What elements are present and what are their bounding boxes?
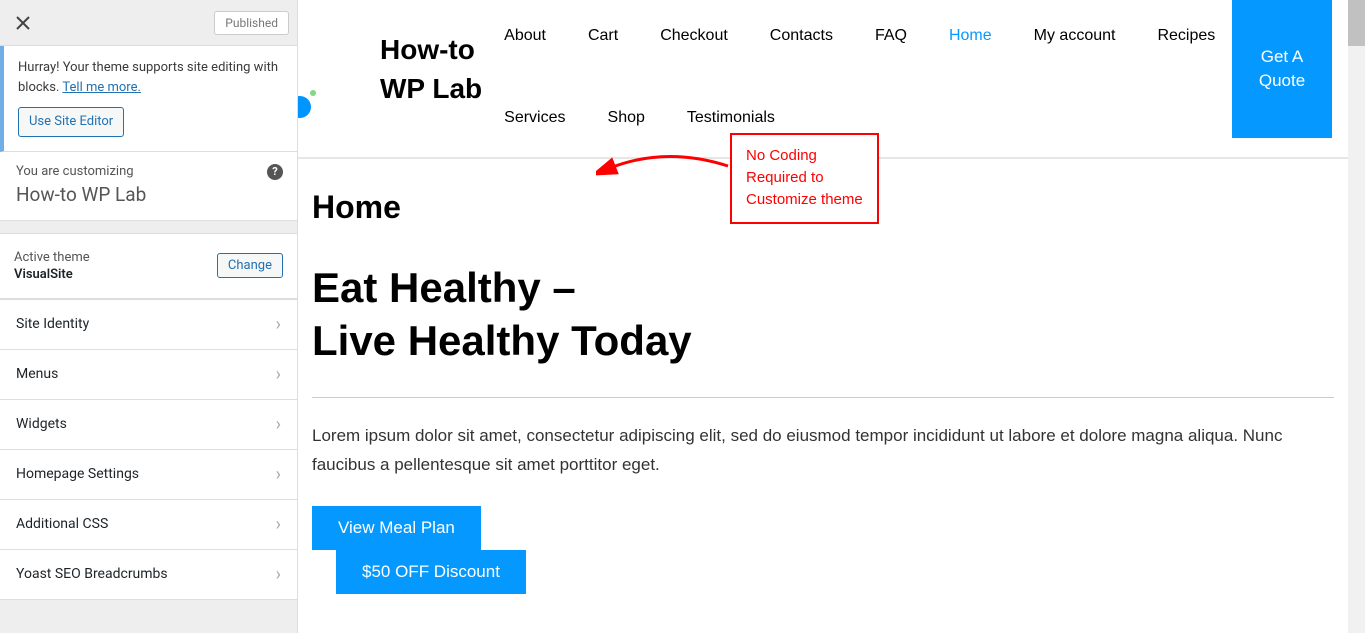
site-editor-notice: Hurray! Your theme supports site editing… [0, 46, 297, 152]
active-theme-name: VisualSite [14, 267, 90, 282]
close-customizer-button[interactable] [0, 0, 46, 46]
customizer-section-item[interactable]: Site Identity › [0, 299, 297, 349]
customizer-section-item[interactable]: Menus › [0, 349, 297, 399]
chevron-right-icon: › [276, 414, 281, 435]
hero-line2: Live Healthy Today [312, 317, 692, 364]
chevron-right-icon: › [276, 364, 281, 385]
site-logo-icon [298, 52, 332, 86]
view-meal-plan-button[interactable]: View Meal Plan [312, 506, 481, 550]
site-header: How-to WP Lab About Cart Checkout Contacts F… [298, 0, 1348, 139]
nav-link[interactable]: Services [504, 98, 565, 138]
use-site-editor-button[interactable]: Use Site Editor [18, 107, 124, 137]
hero-title: Eat Healthy – Live Healthy Today [312, 262, 1334, 367]
annotation-line: Required to [746, 167, 863, 189]
nav-link[interactable]: Recipes [1157, 16, 1215, 56]
discount-button[interactable]: $50 OFF Discount [336, 550, 526, 594]
context-title: How-to WP Lab [16, 183, 281, 206]
annotation-line: Customize theme [746, 189, 863, 211]
scrollbar-track[interactable] [1348, 0, 1365, 633]
chevron-right-icon: › [276, 464, 281, 485]
customizer-sidebar: Published Hurray! Your theme supports si… [0, 0, 298, 633]
lead-paragraph: Lorem ipsum dolor sit amet, consectetur … [312, 422, 1334, 480]
customizer-section-item[interactable]: Additional CSS › [0, 499, 297, 549]
nav-link[interactable]: Testimonials [687, 98, 775, 138]
customizer-section-item[interactable]: Homepage Settings › [0, 449, 297, 499]
close-icon [16, 16, 30, 30]
section-label: Additional CSS [16, 516, 108, 532]
content-divider [312, 397, 1334, 398]
section-label: Yoast SEO Breadcrumbs [16, 566, 168, 582]
primary-nav: About Cart Checkout Contacts FAQ Home My accou… [488, 6, 1232, 138]
notice-text: Hurray! Your theme supports site editing… [18, 60, 278, 95]
section-label: Homepage Settings [16, 466, 139, 482]
customizer-section-item[interactable]: Yoast SEO Breadcrumbs › [0, 549, 297, 600]
site-title: How-to WP Lab [342, 30, 482, 108]
customizer-sections: Site Identity›Menus›Widgets›Homepage Set… [0, 299, 297, 600]
section-label: Site Identity [16, 316, 89, 332]
context-label: You are customizing [16, 164, 281, 179]
get-quote-button[interactable]: Get A Quote [1232, 0, 1332, 138]
tell-me-more-link[interactable]: Tell me more. [62, 80, 141, 95]
chevron-right-icon: › [276, 514, 281, 535]
nav-link[interactable]: Home [949, 16, 992, 56]
nav-link[interactable]: About [504, 16, 546, 56]
nav-link[interactable]: Cart [588, 16, 618, 56]
customizer-context: ? You are customizing How-to WP Lab [0, 152, 297, 221]
nav-link[interactable]: Checkout [660, 16, 728, 56]
chevron-right-icon: › [276, 314, 281, 335]
site-title-line2: WP Lab [380, 73, 482, 104]
site-title-line1: How-to [380, 34, 475, 65]
nav-link[interactable]: Contacts [770, 16, 833, 56]
hero-line1: Eat Healthy – [312, 264, 576, 311]
active-theme-row: Active theme VisualSite Change [0, 233, 297, 299]
nav-link[interactable]: Shop [608, 98, 645, 138]
publish-status-badge[interactable]: Published [214, 11, 289, 35]
customizer-preview: How-to WP Lab About Cart Checkout Contacts F… [298, 0, 1365, 633]
help-icon[interactable]: ? [267, 164, 283, 180]
customizer-section-item[interactable]: Widgets › [0, 399, 297, 449]
scrollbar-thumb[interactable] [1348, 0, 1365, 46]
change-theme-button[interactable]: Change [217, 253, 283, 278]
section-label: Menus [16, 366, 58, 382]
section-label: Widgets [16, 416, 67, 432]
annotation-box: No Coding Required to Customize theme [730, 133, 879, 224]
chevron-right-icon: › [276, 564, 281, 585]
nav-link[interactable]: FAQ [875, 16, 907, 56]
nav-link[interactable]: My account [1034, 16, 1116, 56]
site-brand: How-to WP Lab [308, 0, 488, 138]
annotation-arrow-icon [596, 138, 736, 188]
customizer-topbar: Published [0, 0, 297, 46]
annotation-line: No Coding [746, 145, 863, 167]
active-theme-label: Active theme [14, 250, 90, 265]
